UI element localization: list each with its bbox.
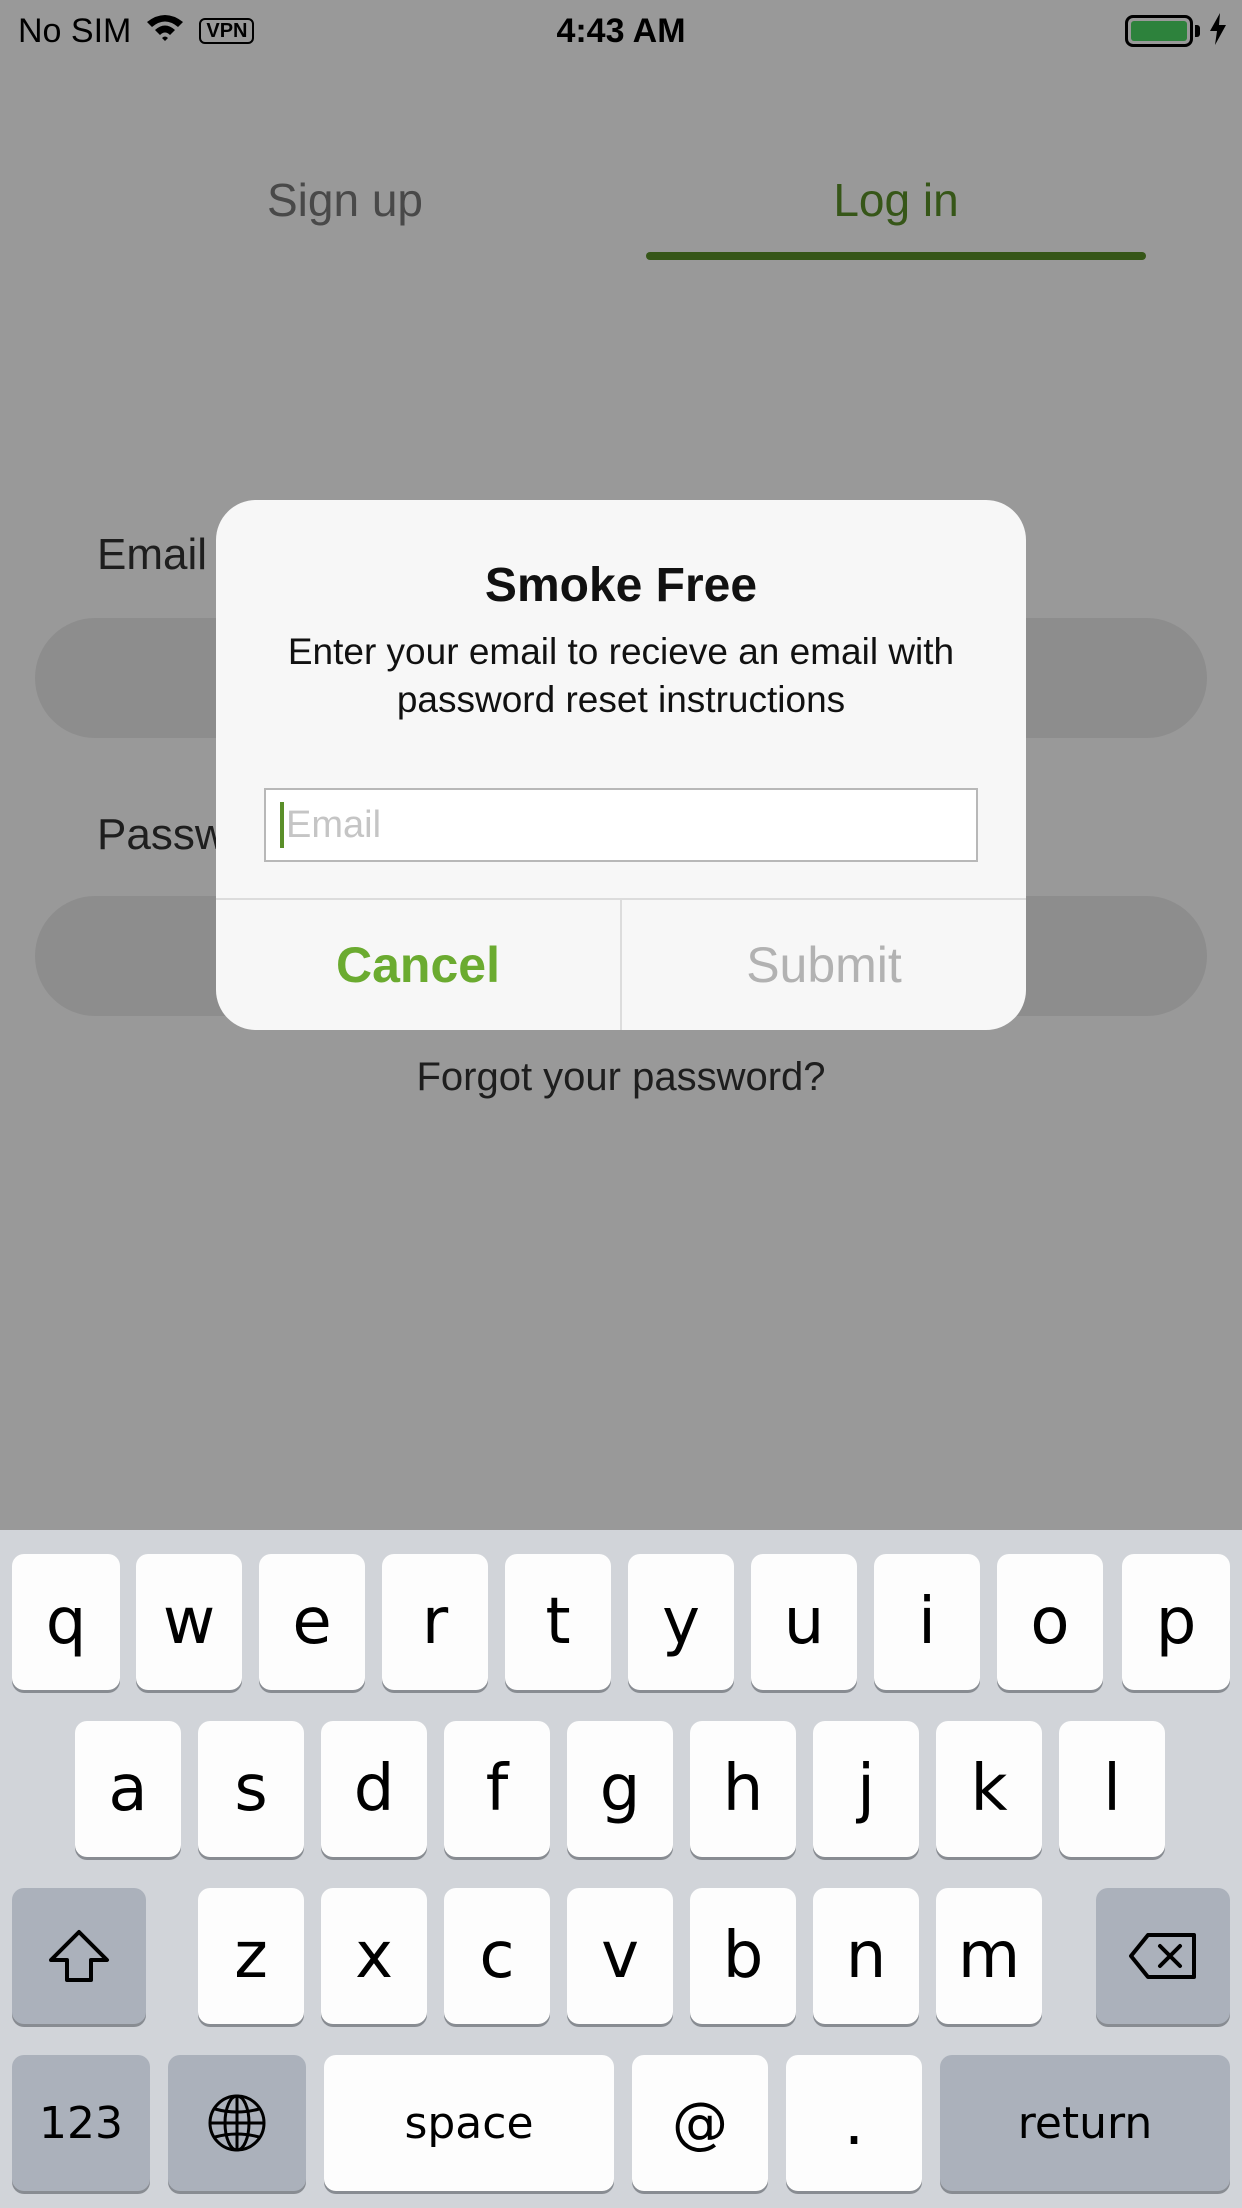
reset-email-placeholder: Email [286,803,382,846]
key-k[interactable]: k [936,1721,1042,1857]
alert-title: Smoke Free [484,559,758,612]
at-key[interactable]: @ [632,2055,768,2191]
key-y[interactable]: y [628,1554,734,1690]
key-r[interactable]: r [382,1554,488,1690]
key-p[interactable]: p [1122,1554,1230,1690]
shift-arrow-icon [49,1930,109,1982]
cancel-button[interactable]: Cancel [216,900,620,1030]
key-w[interactable]: w [136,1554,242,1690]
keyboard: q w e r t y u i o p a s d f g h j k l z … [0,1530,1242,2208]
key-j[interactable]: j [813,1721,919,1857]
globe-key[interactable] [168,2055,306,2191]
key-g[interactable]: g [567,1721,673,1857]
numbers-key[interactable]: 123 [12,2055,150,2191]
key-i[interactable]: i [874,1554,980,1690]
key-u[interactable]: u [751,1554,857,1690]
key-c[interactable]: c [444,1888,550,2024]
key-a[interactable]: a [75,1721,181,1857]
key-b[interactable]: b [690,1888,796,2024]
backspace-icon [1129,1933,1196,1979]
text-caret [280,802,284,848]
key-m[interactable]: m [936,1888,1042,2024]
key-z[interactable]: z [198,1888,304,2024]
key-l[interactable]: l [1059,1721,1165,1857]
key-f[interactable]: f [444,1721,550,1857]
alert-message: Enter your email to recieve an email wit… [287,631,955,720]
key-v[interactable]: v [567,1888,673,2024]
key-q[interactable]: q [12,1554,120,1690]
dot-key[interactable]: . [786,2055,922,2191]
key-t[interactable]: t [505,1554,611,1690]
reset-email-input[interactable]: Email [264,788,978,862]
key-o[interactable]: o [997,1554,1103,1690]
backspace-key[interactable] [1096,1888,1230,2024]
key-d[interactable]: d [321,1721,427,1857]
key-n[interactable]: n [813,1888,919,2024]
key-h[interactable]: h [690,1721,796,1857]
return-key[interactable]: return [940,2055,1230,2191]
key-e[interactable]: e [259,1554,365,1690]
globe-icon [208,2094,266,2152]
space-key[interactable]: space [324,2055,614,2191]
shift-key[interactable] [12,1888,146,2024]
password-reset-alert: Smoke Free Enter your email to recieve a… [216,500,1026,1030]
key-x[interactable]: x [321,1888,427,2024]
key-s[interactable]: s [198,1721,304,1857]
submit-button[interactable]: Submit [622,900,1026,1030]
